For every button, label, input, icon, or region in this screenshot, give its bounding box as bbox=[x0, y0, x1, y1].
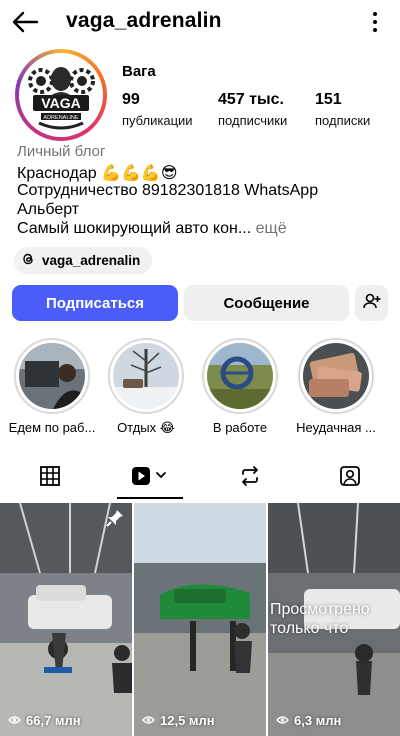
highlight-cover-image bbox=[303, 343, 369, 409]
profile-tabs bbox=[0, 455, 400, 501]
threads-badge[interactable]: vaga_adrenalin bbox=[14, 247, 153, 274]
view-count: 66,7 млн bbox=[8, 713, 81, 728]
tagged-user-icon bbox=[339, 465, 361, 492]
tab-grid[interactable] bbox=[0, 455, 100, 501]
watched-overlay-text: Просмотрено только что bbox=[270, 601, 370, 637]
tab-tagged[interactable] bbox=[300, 455, 400, 501]
reel-thumbnail[interactable]: 12,5 млн bbox=[134, 503, 266, 736]
highlight-label: В работе bbox=[212, 420, 268, 435]
reel-thumbnail[interactable]: 66,7 млн bbox=[0, 503, 132, 736]
avatar-story-ring[interactable]: VAGA ADRENALINE bbox=[15, 49, 107, 141]
story-highlight[interactable]: Отдых 😂 bbox=[98, 338, 194, 436]
bio-line: Краснодар 💪💪💪😎 bbox=[17, 165, 178, 182]
grid-icon bbox=[39, 465, 61, 492]
posts-count[interactable]: 99 публикации bbox=[122, 91, 193, 128]
bio-line-text: Самый шокирующий авто кон... bbox=[17, 220, 252, 237]
message-button[interactable]: Сообщение bbox=[184, 285, 349, 321]
posts-count-label: публикации bbox=[122, 113, 193, 128]
bio-line-truncated: Самый шокирующий авто кон... ещё bbox=[17, 220, 287, 238]
active-tab-indicator bbox=[117, 497, 183, 499]
story-highlight[interactable]: Неудачная ... bbox=[288, 338, 384, 435]
profile-display-name: Вага bbox=[122, 63, 156, 80]
highlight-label: Неудачная ... bbox=[296, 420, 376, 435]
bio-more-link[interactable]: ещё bbox=[256, 220, 287, 237]
view-count-value: 6,3 млн bbox=[294, 713, 342, 728]
highlight-cover-image bbox=[113, 343, 179, 409]
followers-count-label: подписчики bbox=[218, 113, 288, 128]
bio-line: Альберт bbox=[17, 201, 80, 218]
eye-icon bbox=[8, 713, 21, 728]
followers-count-value: 457 тыс. bbox=[218, 91, 284, 108]
threads-icon bbox=[22, 252, 35, 269]
following-count[interactable]: 151 подписки bbox=[315, 91, 370, 128]
tab-reposts[interactable] bbox=[200, 455, 300, 501]
add-user-icon bbox=[362, 293, 381, 313]
avatar-logo-text: VAGA bbox=[41, 95, 80, 111]
more-options-icon[interactable] bbox=[368, 11, 382, 33]
view-count-value: 66,7 млн bbox=[26, 713, 81, 728]
reel-thumbnail[interactable]: Просмотрено только что 6,3 млн bbox=[268, 503, 400, 736]
tab-reels[interactable] bbox=[100, 455, 200, 501]
reels-icon bbox=[130, 465, 170, 492]
view-count: 12,5 млн bbox=[142, 713, 215, 728]
repost-icon bbox=[239, 465, 261, 492]
highlight-cover-image bbox=[207, 343, 273, 409]
story-highlight[interactable]: В работе bbox=[192, 338, 288, 435]
bio-line: Сотрудничество 89182301818 WhatsApp bbox=[17, 182, 319, 199]
view-count-value: 12,5 млн bbox=[160, 713, 215, 728]
threads-handle: vaga_adrenalin bbox=[42, 253, 141, 268]
eye-icon bbox=[276, 713, 289, 728]
profile-username: vaga_adrenalin bbox=[66, 9, 222, 32]
avatar: VAGA ADRENALINE bbox=[19, 53, 103, 137]
highlight-cover-image bbox=[19, 343, 85, 409]
highlight-label: Отдых 😂 bbox=[117, 420, 175, 435]
story-highlight[interactable]: Едем по раб... bbox=[4, 338, 100, 435]
posts-count-value: 99 bbox=[122, 91, 140, 108]
follow-button[interactable]: Подписаться bbox=[12, 285, 178, 321]
view-count: 6,3 млн bbox=[276, 713, 341, 728]
top-bar: vaga_adrenalin bbox=[0, 0, 400, 46]
followers-count[interactable]: 457 тыс. подписчики bbox=[218, 91, 287, 128]
eye-icon bbox=[142, 713, 155, 728]
profile-category: Личный блог bbox=[17, 143, 106, 160]
back-arrow-icon[interactable] bbox=[10, 8, 40, 36]
reels-grid: 66,7 млн 12,5 млн Просмотрено только что… bbox=[0, 503, 400, 736]
following-count-label: подписки bbox=[315, 113, 371, 128]
highlight-label: Едем по раб... bbox=[8, 420, 96, 435]
pin-icon bbox=[106, 509, 124, 532]
avatar-logo-subtext: ADRENALINE bbox=[43, 115, 78, 121]
following-count-value: 151 bbox=[315, 91, 342, 108]
suggest-users-button[interactable] bbox=[355, 285, 388, 321]
